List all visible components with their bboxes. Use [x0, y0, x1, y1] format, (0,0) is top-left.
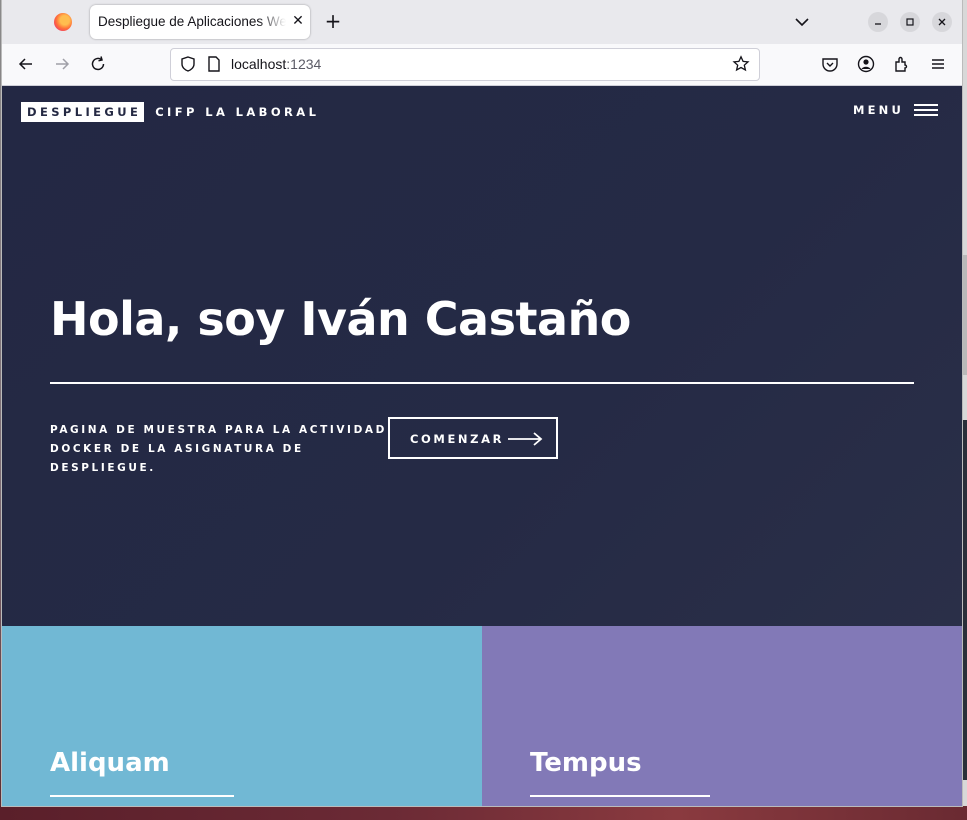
chevron-down-icon[interactable]: [792, 12, 812, 32]
site-logo[interactable]: DESPLIEGUE CIFP LA LABORAL: [21, 102, 319, 122]
title-divider: [50, 382, 914, 384]
web-page: DESPLIEGUE CIFP LA LABORAL MENU Hola, so…: [2, 86, 962, 806]
close-tab-icon[interactable]: ✕: [289, 12, 307, 30]
desktop-wallpaper: [0, 806, 967, 820]
minimize-button[interactable]: [868, 12, 888, 32]
arrow-right-icon: [508, 432, 543, 446]
browser-window: Despliegue de Aplicaciones Web ✕ + local…: [2, 0, 962, 806]
menu-button[interactable]: MENU: [853, 103, 938, 117]
hero-banner: DESPLIEGUE CIFP LA LABORAL MENU Hola, so…: [2, 86, 962, 626]
close-window-button[interactable]: [932, 12, 952, 32]
new-tab-button[interactable]: +: [320, 9, 346, 35]
bookmark-star-icon[interactable]: [732, 55, 750, 73]
tab-bar: Despliegue de Aplicaciones Web ✕ +: [2, 0, 962, 44]
start-button[interactable]: COMENZAR: [388, 417, 558, 459]
reload-icon[interactable]: [88, 54, 108, 74]
start-button-label: COMENZAR: [410, 432, 505, 446]
tile-aliquam[interactable]: Aliquam: [2, 626, 482, 806]
tab-title: Despliegue de Aplicaciones Web: [98, 14, 286, 29]
tile-tempus[interactable]: Tempus: [482, 626, 962, 806]
maximize-button[interactable]: [900, 12, 920, 32]
firefox-view-icon[interactable]: [54, 13, 72, 31]
shield-icon[interactable]: [179, 55, 197, 73]
url-bar[interactable]: localhost:1234: [170, 48, 760, 81]
extensions-icon[interactable]: [892, 54, 912, 74]
back-icon[interactable]: [16, 54, 36, 74]
page-info-icon[interactable]: [206, 55, 222, 73]
url-text[interactable]: localhost:1234: [231, 56, 321, 72]
page-title: Hola, soy Iván Castaño: [50, 292, 631, 346]
menu-label: MENU: [852, 103, 904, 117]
tile-divider: [50, 795, 234, 797]
desktop-background: [962, 0, 967, 820]
tile-divider: [530, 795, 710, 797]
account-icon[interactable]: [856, 54, 876, 74]
tile-title[interactable]: Aliquam: [50, 748, 170, 778]
brand-name[interactable]: DESPLIEGUE: [21, 102, 145, 122]
active-tab[interactable]: Despliegue de Aplicaciones Web ✕: [90, 5, 310, 39]
hamburger-menu-icon[interactable]: [928, 54, 948, 74]
tile-title[interactable]: Tempus: [530, 748, 642, 778]
pocket-icon[interactable]: [820, 54, 840, 74]
brand-subtitle[interactable]: CIFP LA LABORAL: [155, 105, 319, 119]
hero-description: PAGINA DE MUESTRA PARA LA ACTIVIDAD DOCK…: [50, 424, 387, 474]
hamburger-icon: [914, 104, 938, 116]
navigation-toolbar: localhost:1234: [2, 44, 962, 86]
forward-icon[interactable]: [52, 54, 72, 74]
